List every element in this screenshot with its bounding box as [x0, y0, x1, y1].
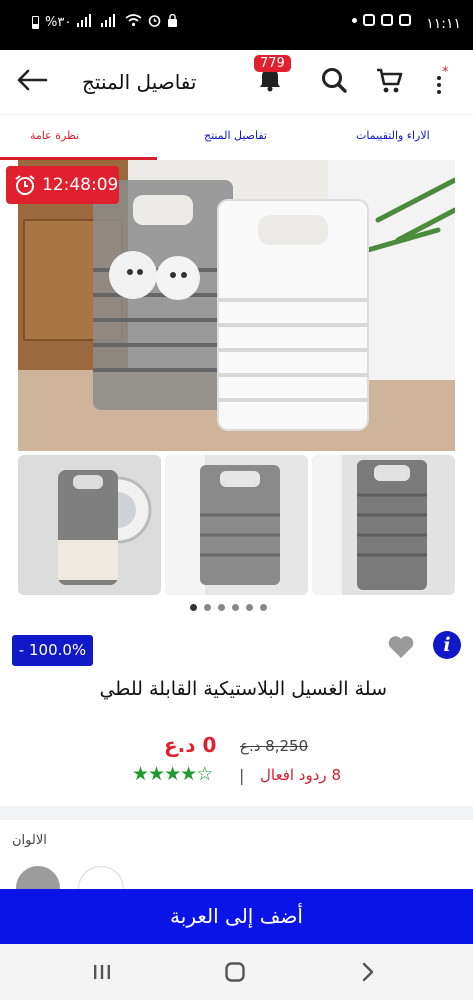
- signal-icon: [77, 14, 95, 31]
- star-filled-icon: ★: [180, 763, 197, 785]
- thumbnail-3[interactable]: [312, 455, 455, 595]
- tab-product-details[interactable]: تفاصيل المنتج: [204, 129, 267, 142]
- thumbnail-1[interactable]: [18, 455, 161, 595]
- add-to-cart-button[interactable]: أضف إلى العربة: [0, 889, 473, 944]
- battery-icon: [32, 16, 39, 29]
- page-dot[interactable]: [232, 604, 239, 611]
- more-menu-icon[interactable]: *: [432, 65, 452, 100]
- heart-icon[interactable]: [387, 634, 415, 664]
- lock-icon: [167, 13, 178, 31]
- thumbnail-strip: [18, 455, 455, 595]
- product-name: سلة الغسيل البلاستيكية القابلة للطي: [99, 678, 387, 700]
- alarm-clock-icon: [14, 174, 36, 201]
- instagram-icon: [363, 14, 375, 26]
- home-icon[interactable]: [224, 961, 246, 987]
- back-arrow-icon[interactable]: [16, 68, 48, 96]
- instagram-icon-2: [381, 14, 393, 26]
- alarm-icon: [148, 14, 161, 31]
- cart-icon[interactable]: [375, 66, 403, 98]
- status-right-icons: [352, 14, 411, 26]
- current-price: 0 د.ع: [164, 733, 217, 757]
- notification-badge: 779: [254, 55, 291, 72]
- notification-dot-icon: [352, 17, 357, 23]
- section-divider: [0, 806, 473, 820]
- page-dot[interactable]: [190, 604, 197, 611]
- battery-percent: %٣٠: [45, 15, 72, 30]
- page-dot[interactable]: [246, 604, 253, 611]
- star-filled-icon: ★: [148, 763, 165, 785]
- search-icon[interactable]: [320, 66, 348, 98]
- page-title: تفاصيل المنتج: [82, 70, 197, 94]
- clock: ١١:١١: [426, 16, 461, 32]
- countdown-value: 12:48:09: [42, 175, 119, 195]
- star-empty-icon: ☆: [196, 763, 213, 785]
- countdown-timer: 12:48:09: [6, 166, 119, 204]
- page-dot[interactable]: [260, 604, 267, 611]
- tab-bar: نظرة عامة تفاصيل المنتج الاراء والتقييما…: [0, 114, 473, 161]
- status-bar: %٣٠ ١١:١١: [0, 0, 473, 50]
- colors-label: الالوان: [12, 833, 47, 848]
- tab-overview[interactable]: نظرة عامة: [30, 129, 79, 142]
- back-chevron-icon[interactable]: [360, 962, 376, 986]
- signal-icon-2: [101, 14, 119, 31]
- gallery-pagination: [190, 604, 267, 611]
- star-filled-icon: ★: [132, 763, 149, 785]
- thumbnail-2[interactable]: [165, 455, 308, 595]
- gallery-icon: [399, 14, 411, 26]
- reactions-count[interactable]: 8 ردود افعال: [260, 766, 341, 784]
- separator: |: [239, 766, 245, 785]
- discount-badge: - 100.0%: [12, 635, 93, 666]
- tab-reviews[interactable]: الاراء والتقييمات: [356, 129, 430, 142]
- recent-apps-icon[interactable]: [92, 962, 112, 986]
- rating-stars[interactable]: ★★★★☆: [132, 763, 213, 785]
- page-dot[interactable]: [204, 604, 211, 611]
- old-price: 8,250 د.ع: [240, 737, 309, 755]
- page-dot[interactable]: [218, 604, 225, 611]
- status-left-icons: %٣٠: [32, 13, 178, 31]
- system-nav-bar: [0, 944, 473, 1000]
- info-icon[interactable]: i: [433, 631, 461, 659]
- star-filled-icon: ★: [164, 763, 181, 785]
- wifi-icon: [125, 14, 142, 31]
- svg-text:*: *: [442, 66, 449, 80]
